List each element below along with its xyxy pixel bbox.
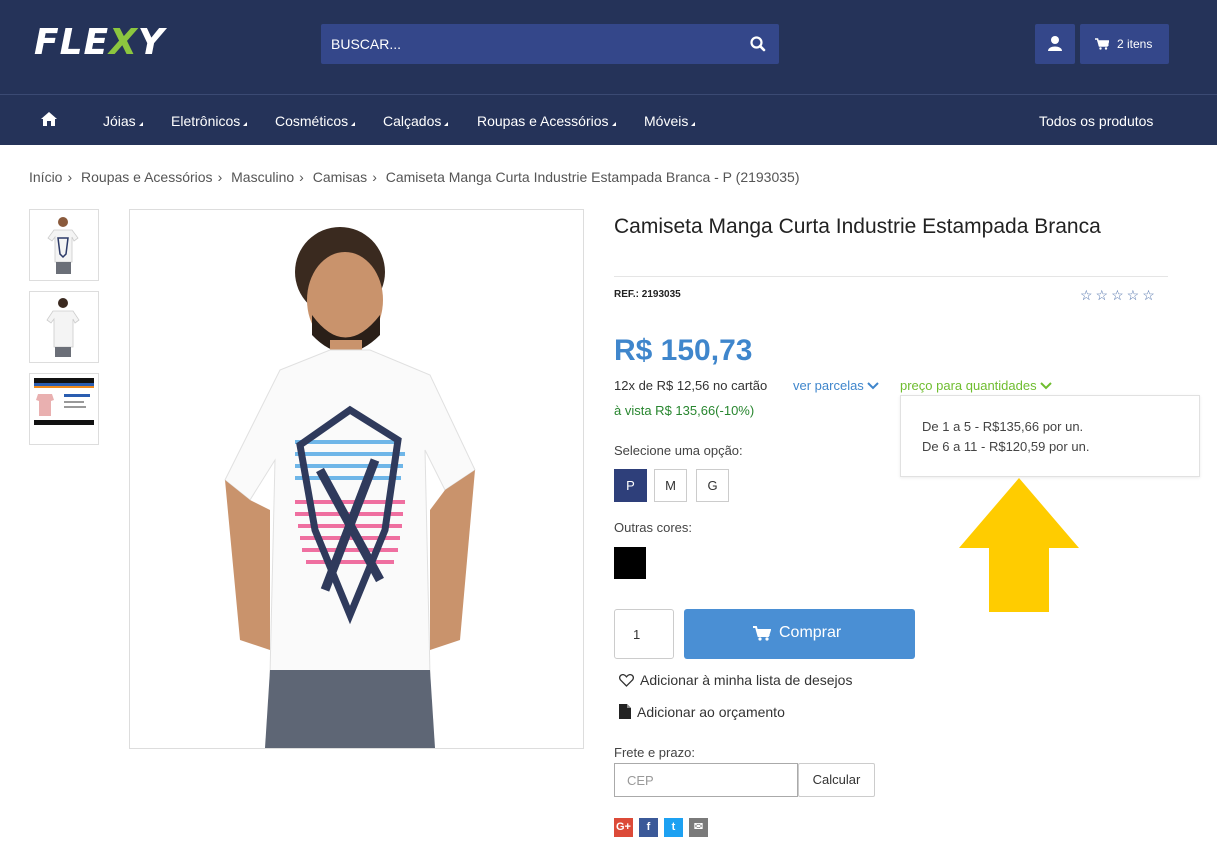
installments-text: 12x de R$ 12,56 no cartão	[614, 378, 768, 393]
facebook-share-icon[interactable]: f	[639, 818, 658, 837]
thumbnail-info[interactable]	[29, 373, 99, 445]
quantity-price-popup: De 1 a 5 - R$135,66 por un. De 6 a 11 - …	[900, 395, 1200, 477]
product-ref: REF.: 2193035	[614, 289, 681, 300]
chevron-right-icon: ›	[217, 169, 223, 185]
color-swatch-black[interactable]	[614, 547, 646, 579]
cash-price: à vista R$ 135,66(-10%)	[614, 403, 755, 418]
breadcrumb-current: Camiseta Manga Curta Industrie Estampada…	[385, 169, 800, 185]
cart-icon	[753, 626, 771, 641]
product-price: R$ 150,73	[614, 334, 753, 367]
logo-text-left: FLE	[34, 22, 110, 63]
cart-icon	[1095, 38, 1109, 50]
nav-roupas[interactable]: Roupas e Acessórios	[477, 113, 616, 129]
product-title: Camiseta Manga Curta Industrie Estampada…	[614, 215, 1101, 238]
caret-icon	[243, 122, 248, 126]
title-divider	[614, 276, 1168, 277]
thumbnail-back[interactable]	[29, 291, 99, 363]
search-bar	[321, 24, 779, 64]
caret-icon	[444, 122, 449, 126]
main-nav: Jóias Eletrônicos Cosméticos Calçados Ro…	[0, 94, 1217, 145]
quote-label: Adicionar ao orçamento	[637, 704, 785, 720]
email-share-icon[interactable]: ✉	[689, 818, 708, 837]
rating-stars[interactable]: ☆☆☆☆☆	[1080, 287, 1158, 304]
buy-button[interactable]: Comprar	[684, 609, 915, 659]
select-option-label: Selecione uma opção:	[614, 443, 743, 458]
nav-moveis[interactable]: Móveis	[644, 113, 696, 129]
arrow-up-icon	[959, 478, 1079, 612]
calculate-shipping-button[interactable]: Calcular	[798, 763, 875, 797]
add-to-quote-link[interactable]: Adicionar ao orçamento	[619, 704, 785, 720]
search-icon[interactable]	[749, 35, 767, 53]
tshirt-back-image	[46, 298, 80, 357]
cart-button[interactable]: 2 itens	[1080, 24, 1169, 64]
caret-icon	[138, 122, 143, 126]
caret-icon	[691, 122, 696, 126]
wishlist-link[interactable]: Adicionar à minha lista de desejos	[618, 672, 853, 688]
nav-all-products[interactable]: Todos os produtos	[1039, 113, 1153, 129]
model-tshirt-image	[224, 227, 476, 748]
account-button[interactable]	[1035, 24, 1075, 64]
breadcrumb-link[interactable]: Masculino	[231, 169, 294, 185]
cep-input[interactable]	[614, 763, 798, 797]
nav-label: Roupas e Acessórios	[477, 113, 609, 129]
breadcrumb-link[interactable]: Início	[29, 169, 62, 185]
nav-label: Jóias	[103, 113, 136, 129]
size-option-g[interactable]: G	[696, 469, 729, 502]
caret-icon	[351, 122, 356, 126]
breadcrumb: Início › Roupas e Acessórios › Masculino › …	[29, 169, 800, 185]
top-header: FLEXY 2 itens	[0, 0, 1217, 94]
chevron-right-icon: ›	[67, 169, 73, 185]
chevron-right-icon: ›	[372, 169, 377, 185]
size-option-p[interactable]: P	[614, 469, 647, 502]
search-input[interactable]	[321, 24, 741, 64]
product-info-image	[34, 378, 94, 425]
thumbnail-front[interactable]	[29, 209, 99, 281]
chevron-down-icon	[867, 382, 880, 390]
nav-cosmeticos[interactable]: Cosméticos	[275, 113, 356, 129]
caret-icon	[611, 122, 616, 126]
twitter-share-icon[interactable]: t	[664, 818, 683, 837]
quantity-price-row: De 6 a 11 - R$120,59 por un.	[922, 439, 1090, 454]
nav-eletronicos[interactable]: Eletrônicos	[171, 113, 248, 129]
ver-parcelas-label: ver parcelas	[793, 378, 864, 393]
flexy-logo[interactable]: FLEXY	[34, 22, 165, 63]
buy-label: Comprar	[779, 624, 842, 641]
heart-icon	[618, 673, 635, 687]
nav-label: Eletrônicos	[171, 113, 241, 129]
quantity-price-link[interactable]: preço para quantidades	[900, 378, 1052, 393]
quantity-input[interactable]	[614, 609, 674, 659]
quantity-price-row: De 1 a 5 - R$135,66 por un.	[922, 419, 1084, 434]
home-icon[interactable]	[40, 111, 58, 127]
other-colors-label: Outras cores:	[614, 520, 693, 535]
quantity-price-label: preço para quantidades	[900, 378, 1037, 393]
google-plus-share-icon[interactable]: G+	[614, 818, 633, 837]
shipping-label: Frete e prazo:	[614, 745, 695, 760]
product-main-image[interactable]	[129, 209, 584, 749]
nav-label: Cosméticos	[275, 113, 349, 129]
logo-text-x: X	[109, 22, 138, 63]
size-option-m[interactable]: M	[654, 469, 687, 502]
breadcrumb-link[interactable]: Camisas	[313, 169, 367, 185]
nav-label: Móveis	[644, 113, 689, 129]
cart-count: 2 itens	[1117, 37, 1153, 51]
nav-joias[interactable]: Jóias	[103, 113, 143, 129]
breadcrumb-link[interactable]: Roupas e Acessórios	[81, 169, 213, 185]
chevron-right-icon: ›	[299, 169, 304, 185]
tshirt-front-image	[47, 217, 79, 274]
nav-label: Calçados	[383, 113, 442, 129]
logo-text-right: Y	[137, 22, 165, 63]
wishlist-label: Adicionar à minha lista de desejos	[640, 672, 853, 688]
ver-parcelas-link[interactable]: ver parcelas	[793, 378, 880, 393]
document-icon	[619, 704, 631, 719]
nav-calcados[interactable]: Calçados	[383, 113, 449, 129]
user-icon	[1048, 36, 1062, 51]
chevron-down-icon	[1040, 382, 1052, 390]
